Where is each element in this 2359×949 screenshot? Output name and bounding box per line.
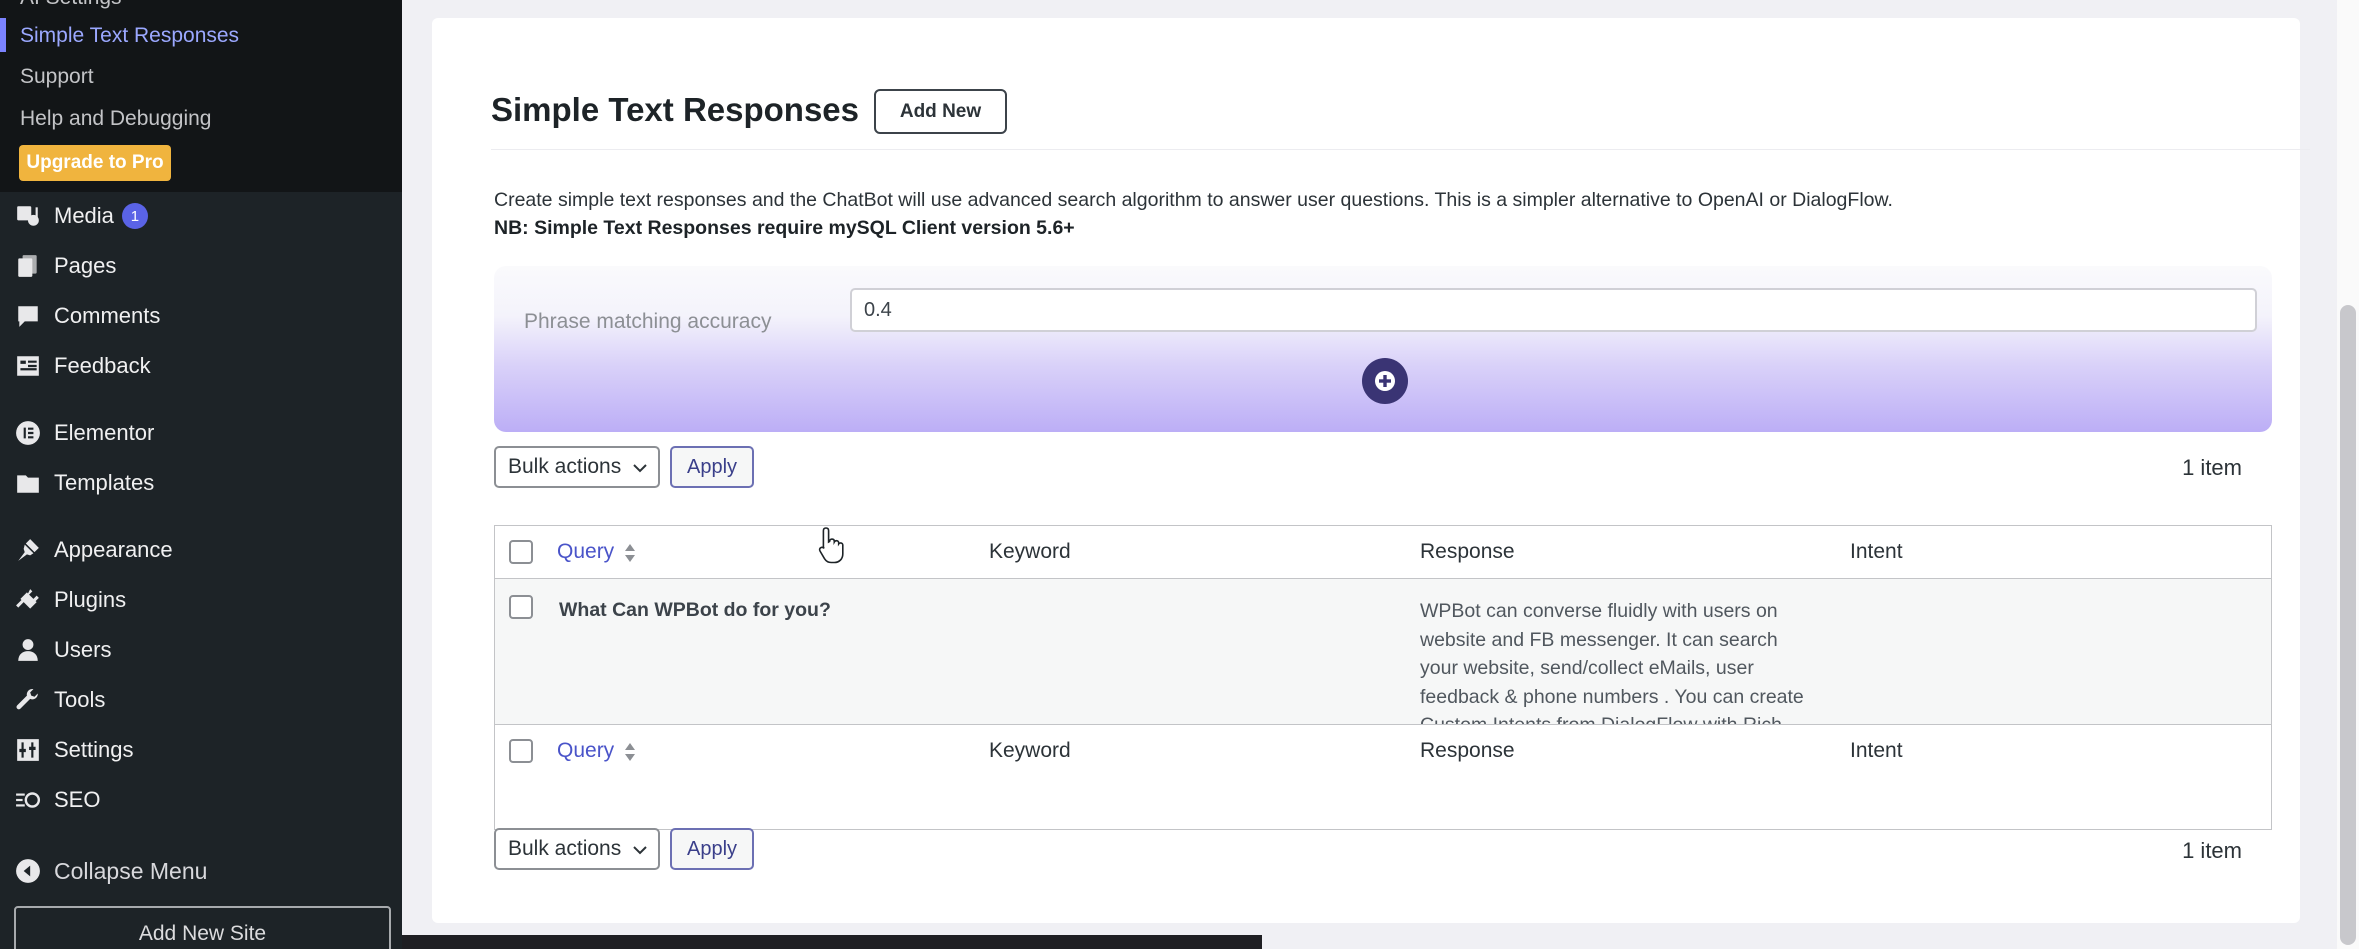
sidebar-item-seo[interactable]: SEO [0, 777, 402, 823]
sidebar-item-label: Users [54, 637, 112, 662]
sidebar-item-label: Plugins [54, 587, 127, 612]
row-checkbox[interactable] [509, 595, 533, 619]
item-count-bottom: 1 item [2182, 838, 2242, 863]
sidebar-item-pages[interactable]: Pages [0, 243, 402, 289]
chevron-down-icon [633, 464, 647, 473]
sort-icon [625, 743, 635, 761]
description-text: Create simple text responses and the Cha… [494, 189, 1893, 211]
admin-sidebar: AI Settings Simple Text Responses Suppor… [0, 0, 402, 949]
sidebar-item-comments[interactable]: Comments [0, 293, 402, 339]
select-all-checkbox-bottom[interactable] [509, 739, 533, 763]
submenu-item-help-debugging[interactable]: Help and Debugging [20, 107, 211, 131]
scrollbar[interactable] [2337, 0, 2359, 949]
bulk-actions-select-top[interactable]: Bulk actions [494, 446, 660, 488]
phrase-matching-label: Phrase matching accuracy [524, 310, 772, 333]
responses-table: Query Keyword Response Intent What Can W… [494, 525, 2272, 830]
column-keyword-bottom: Keyword [989, 739, 1071, 762]
upgrade-to-pro-button[interactable]: Upgrade to Pro [19, 145, 171, 181]
submenu-item-simple-text-responses[interactable]: Simple Text Responses [20, 24, 239, 48]
column-query-sort[interactable]: Query [557, 540, 614, 564]
sidebar-item-label: Pages [54, 253, 117, 278]
scrollbar-thumb[interactable] [2340, 305, 2356, 945]
sidebar-item-feedback[interactable]: Feedback [0, 343, 402, 389]
column-intent: Intent [1850, 540, 1903, 563]
submenu-item-support[interactable]: Support [20, 65, 94, 89]
chevron-down-icon [633, 846, 647, 855]
hand-cursor-icon [818, 527, 844, 564]
page-title: Simple Text Responses [491, 91, 860, 128]
add-response-button[interactable] [1362, 358, 1408, 404]
apply-button-bottom[interactable]: Apply [670, 828, 754, 870]
bulk-actions-label: Bulk actions [508, 455, 622, 478]
plugin-submenu: AI Settings Simple Text Responses Suppor… [0, 0, 402, 192]
sidebar-item-label: Settings [54, 737, 134, 762]
column-query-sort-bottom[interactable]: Query [557, 739, 614, 763]
column-keyword: Keyword [989, 540, 1071, 563]
sidebar-item-plugins[interactable]: Plugins [0, 577, 402, 623]
plugins-icon [13, 585, 43, 615]
sidebar-item-label: Media [54, 203, 114, 228]
row-query[interactable]: What Can WPBot do for you? [559, 599, 831, 622]
elementor-icon [13, 418, 43, 448]
bulk-actions-select-bottom[interactable]: Bulk actions [494, 828, 660, 870]
sidebar-item-media[interactable]: Media 1 [0, 193, 402, 239]
plus-circle-icon [1375, 371, 1395, 391]
sidebar-item-users[interactable]: Users [0, 627, 402, 673]
select-all-checkbox[interactable] [509, 540, 533, 564]
sidebar-item-tools[interactable]: Tools [0, 677, 402, 723]
bottom-tooltip-strip [402, 935, 1262, 949]
media-icon [13, 201, 43, 231]
users-icon [13, 635, 43, 665]
submenu-item-ai-settings[interactable]: AI Settings [20, 0, 122, 10]
active-indicator [0, 18, 6, 52]
phrase-matching-input[interactable] [850, 288, 2257, 332]
pages-icon [13, 251, 43, 281]
appearance-icon [13, 535, 43, 565]
media-count-badge: 1 [121, 203, 148, 229]
column-intent-bottom: Intent [1850, 739, 1903, 762]
bulk-actions-label: Bulk actions [508, 837, 622, 860]
feedback-icon [13, 351, 43, 381]
seo-icon [13, 785, 43, 815]
sidebar-item-label: Appearance [54, 537, 173, 562]
sidebar-item-label: Tools [54, 687, 106, 712]
collapse-arrow-icon [13, 856, 43, 886]
add-new-site-button[interactable]: Add New Site [14, 906, 391, 949]
main-content: Simple Text Responses Add New Create sim… [402, 0, 2359, 949]
divider [491, 149, 2310, 150]
table-footer: Query Keyword Response Intent [495, 724, 2271, 777]
column-response: Response [1420, 540, 1515, 563]
requirement-note: NB: Simple Text Responses require mySQL … [494, 217, 1075, 239]
phrase-matching-panel: Phrase matching accuracy [494, 266, 2272, 432]
collapse-menu-label: Collapse Menu [54, 857, 208, 884]
collapse-menu-button[interactable]: Collapse Menu [0, 848, 402, 894]
sidebar-item-label: Comments [54, 303, 161, 328]
sidebar-item-elementor[interactable]: Elementor [0, 410, 402, 456]
sort-icon [625, 544, 635, 562]
item-count-top: 1 item [2182, 455, 2242, 480]
sidebar-item-templates[interactable]: Templates [0, 460, 402, 506]
tools-icon [13, 685, 43, 715]
apply-button-top[interactable]: Apply [670, 446, 754, 488]
column-response-bottom: Response [1420, 739, 1515, 762]
comments-icon [13, 301, 43, 331]
content-card: Simple Text Responses Add New Create sim… [432, 18, 2310, 923]
table-header: Query Keyword Response Intent [495, 526, 2271, 579]
sidebar-item-settings[interactable]: Settings [0, 727, 402, 773]
sidebar-item-label: Feedback [54, 353, 151, 378]
sidebar-item-label: SEO [54, 787, 101, 812]
sidebar-item-appearance[interactable]: Appearance [0, 527, 402, 573]
templates-icon [13, 468, 43, 498]
settings-icon [13, 735, 43, 765]
sidebar-item-label: Templates [54, 470, 155, 495]
table-row: What Can WPBot do for you? WPBot can con… [495, 579, 2271, 765]
add-new-button[interactable]: Add New [874, 89, 1007, 134]
sidebar-item-label: Elementor [54, 420, 155, 445]
